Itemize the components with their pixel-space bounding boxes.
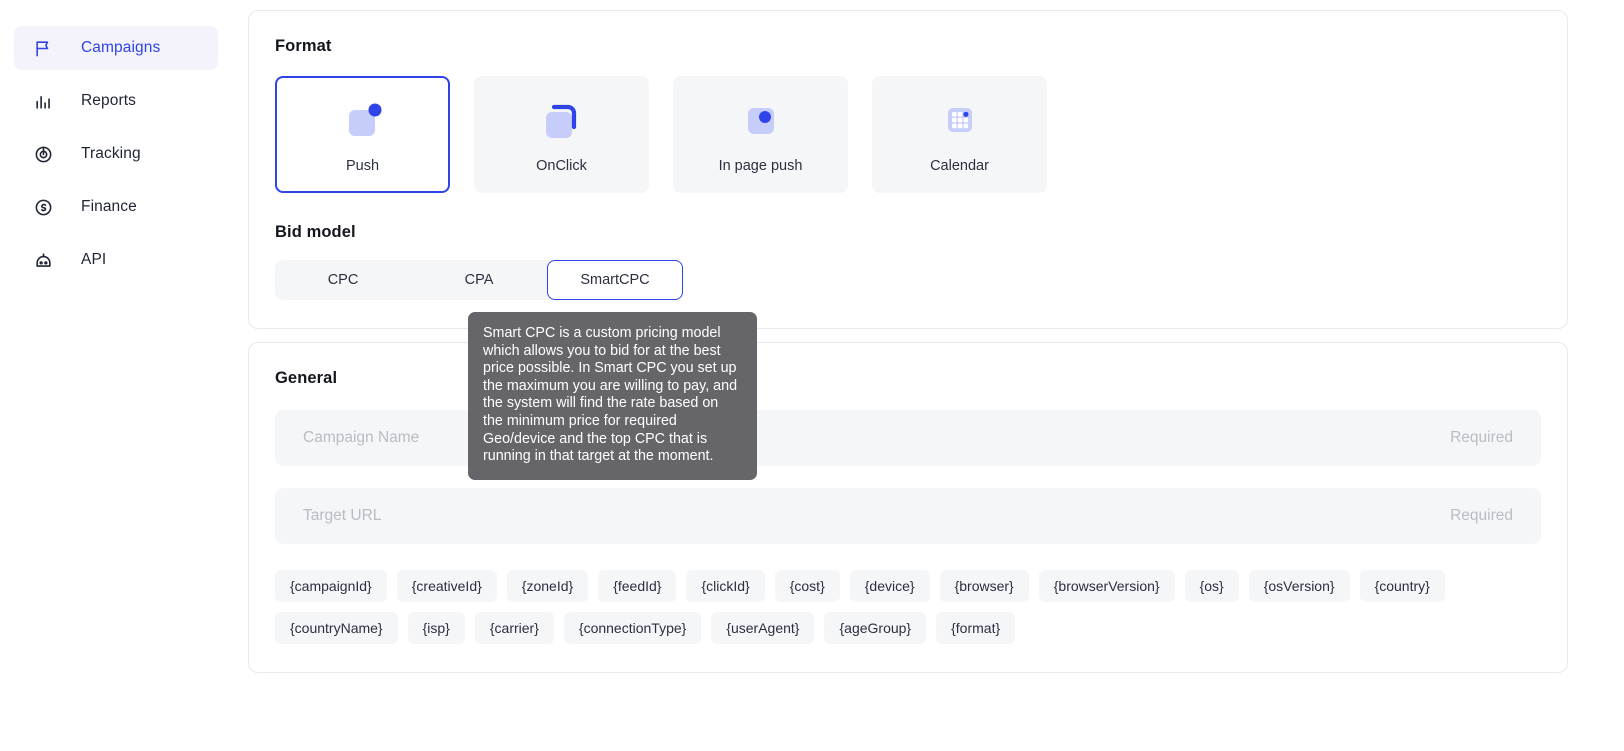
macro-tag[interactable]: {creativeId} xyxy=(396,570,497,602)
macro-tag[interactable]: {isp} xyxy=(407,612,465,644)
sidebar-item-tracking[interactable]: Tracking xyxy=(14,132,218,176)
target-url-placeholder: Target URL xyxy=(303,507,382,524)
target-url-required-label: Required xyxy=(1450,507,1513,524)
coin-icon xyxy=(32,196,54,218)
macro-tag[interactable]: {countryName} xyxy=(275,612,398,644)
format-options: Push OnClick In page push Calendar xyxy=(275,76,1541,193)
format-section-title: Format xyxy=(275,37,332,55)
macro-tag[interactable]: {carrier} xyxy=(474,612,554,644)
sidebar-item-label: Finance xyxy=(81,198,137,215)
macro-tag[interactable]: {browserVersion} xyxy=(1038,570,1175,602)
onclick-window-icon xyxy=(540,96,584,144)
sidebar-item-finance[interactable]: Finance xyxy=(14,185,218,229)
bid-model-option-smartcpc[interactable]: SmartCPC xyxy=(547,260,683,300)
sidebar: Campaigns Reports Tracking Finance API xyxy=(0,0,232,751)
macro-tag[interactable]: {country} xyxy=(1359,570,1445,602)
macro-tag[interactable]: {browser} xyxy=(939,570,1029,602)
campaign-name-field[interactable]: Campaign Name Required xyxy=(275,410,1541,466)
macro-tag[interactable]: {device} xyxy=(849,570,930,602)
macro-tag[interactable]: {format} xyxy=(936,612,1016,644)
calendar-grid-icon xyxy=(938,96,982,144)
bid-model-option-cpc[interactable]: CPC xyxy=(275,260,411,300)
sidebar-item-label: Tracking xyxy=(81,145,141,162)
in-page-push-icon xyxy=(739,96,783,144)
format-option-label: In page push xyxy=(718,157,803,174)
robot-icon xyxy=(32,249,54,271)
bid-model-segmented-control: CPC CPA SmartCPC xyxy=(275,260,683,300)
format-option-label: Push xyxy=(345,157,380,174)
app-root: Campaigns Reports Tracking Finance API F… xyxy=(0,0,1624,751)
format-panel: Format Push OnClick In page push Calenda… xyxy=(248,10,1568,329)
macro-tag[interactable]: {clickId} xyxy=(686,570,765,602)
macro-tag[interactable]: {os} xyxy=(1184,570,1239,602)
macro-tag[interactable]: {cost} xyxy=(774,570,840,602)
format-option-push[interactable]: Push xyxy=(275,76,450,193)
macro-tag[interactable]: {connectionType} xyxy=(563,612,702,644)
bar-chart-icon xyxy=(32,90,54,112)
flag-icon xyxy=(32,37,54,59)
bid-model-option-cpa[interactable]: CPA xyxy=(411,260,547,300)
general-panel: General Campaign Name Required Target UR… xyxy=(248,342,1568,673)
macro-tag[interactable]: {feedId} xyxy=(598,570,677,602)
campaign-name-required-label: Required xyxy=(1450,429,1513,446)
radar-icon xyxy=(32,143,54,165)
format-option-onclick[interactable]: OnClick xyxy=(474,76,649,193)
sidebar-item-label: Campaigns xyxy=(81,39,161,56)
sidebar-item-label: API xyxy=(81,251,107,268)
main-content: Format Push OnClick In page push Calenda… xyxy=(232,0,1624,751)
bid-model-section-title: Bid model xyxy=(275,223,356,241)
macro-tag[interactable]: {ageGroup} xyxy=(824,612,927,644)
format-option-label: Calendar xyxy=(930,157,989,174)
smartcpc-tooltip: Smart CPC is a custom pricing model whic… xyxy=(468,312,757,480)
format-option-in-page-push[interactable]: In page push xyxy=(673,76,848,193)
push-notification-icon xyxy=(341,96,385,144)
format-option-calendar[interactable]: Calendar xyxy=(872,76,1047,193)
macro-tag[interactable]: {userAgent} xyxy=(711,612,815,644)
sidebar-item-label: Reports xyxy=(81,92,136,109)
target-url-field[interactable]: Target URL Required xyxy=(275,488,1541,544)
sidebar-item-campaigns[interactable]: Campaigns xyxy=(14,26,218,70)
general-section-title: General xyxy=(275,369,338,387)
macro-tag[interactable]: {campaignId} xyxy=(275,570,387,602)
macro-tag[interactable]: {zoneId} xyxy=(506,570,589,602)
macro-tag[interactable]: {osVersion} xyxy=(1248,570,1350,602)
format-option-label: OnClick xyxy=(536,157,587,174)
sidebar-item-reports[interactable]: Reports xyxy=(14,79,218,123)
macro-tag-list: {campaignId} {creativeId} {zoneId} {feed… xyxy=(275,570,1541,644)
sidebar-item-api[interactable]: API xyxy=(14,238,218,282)
